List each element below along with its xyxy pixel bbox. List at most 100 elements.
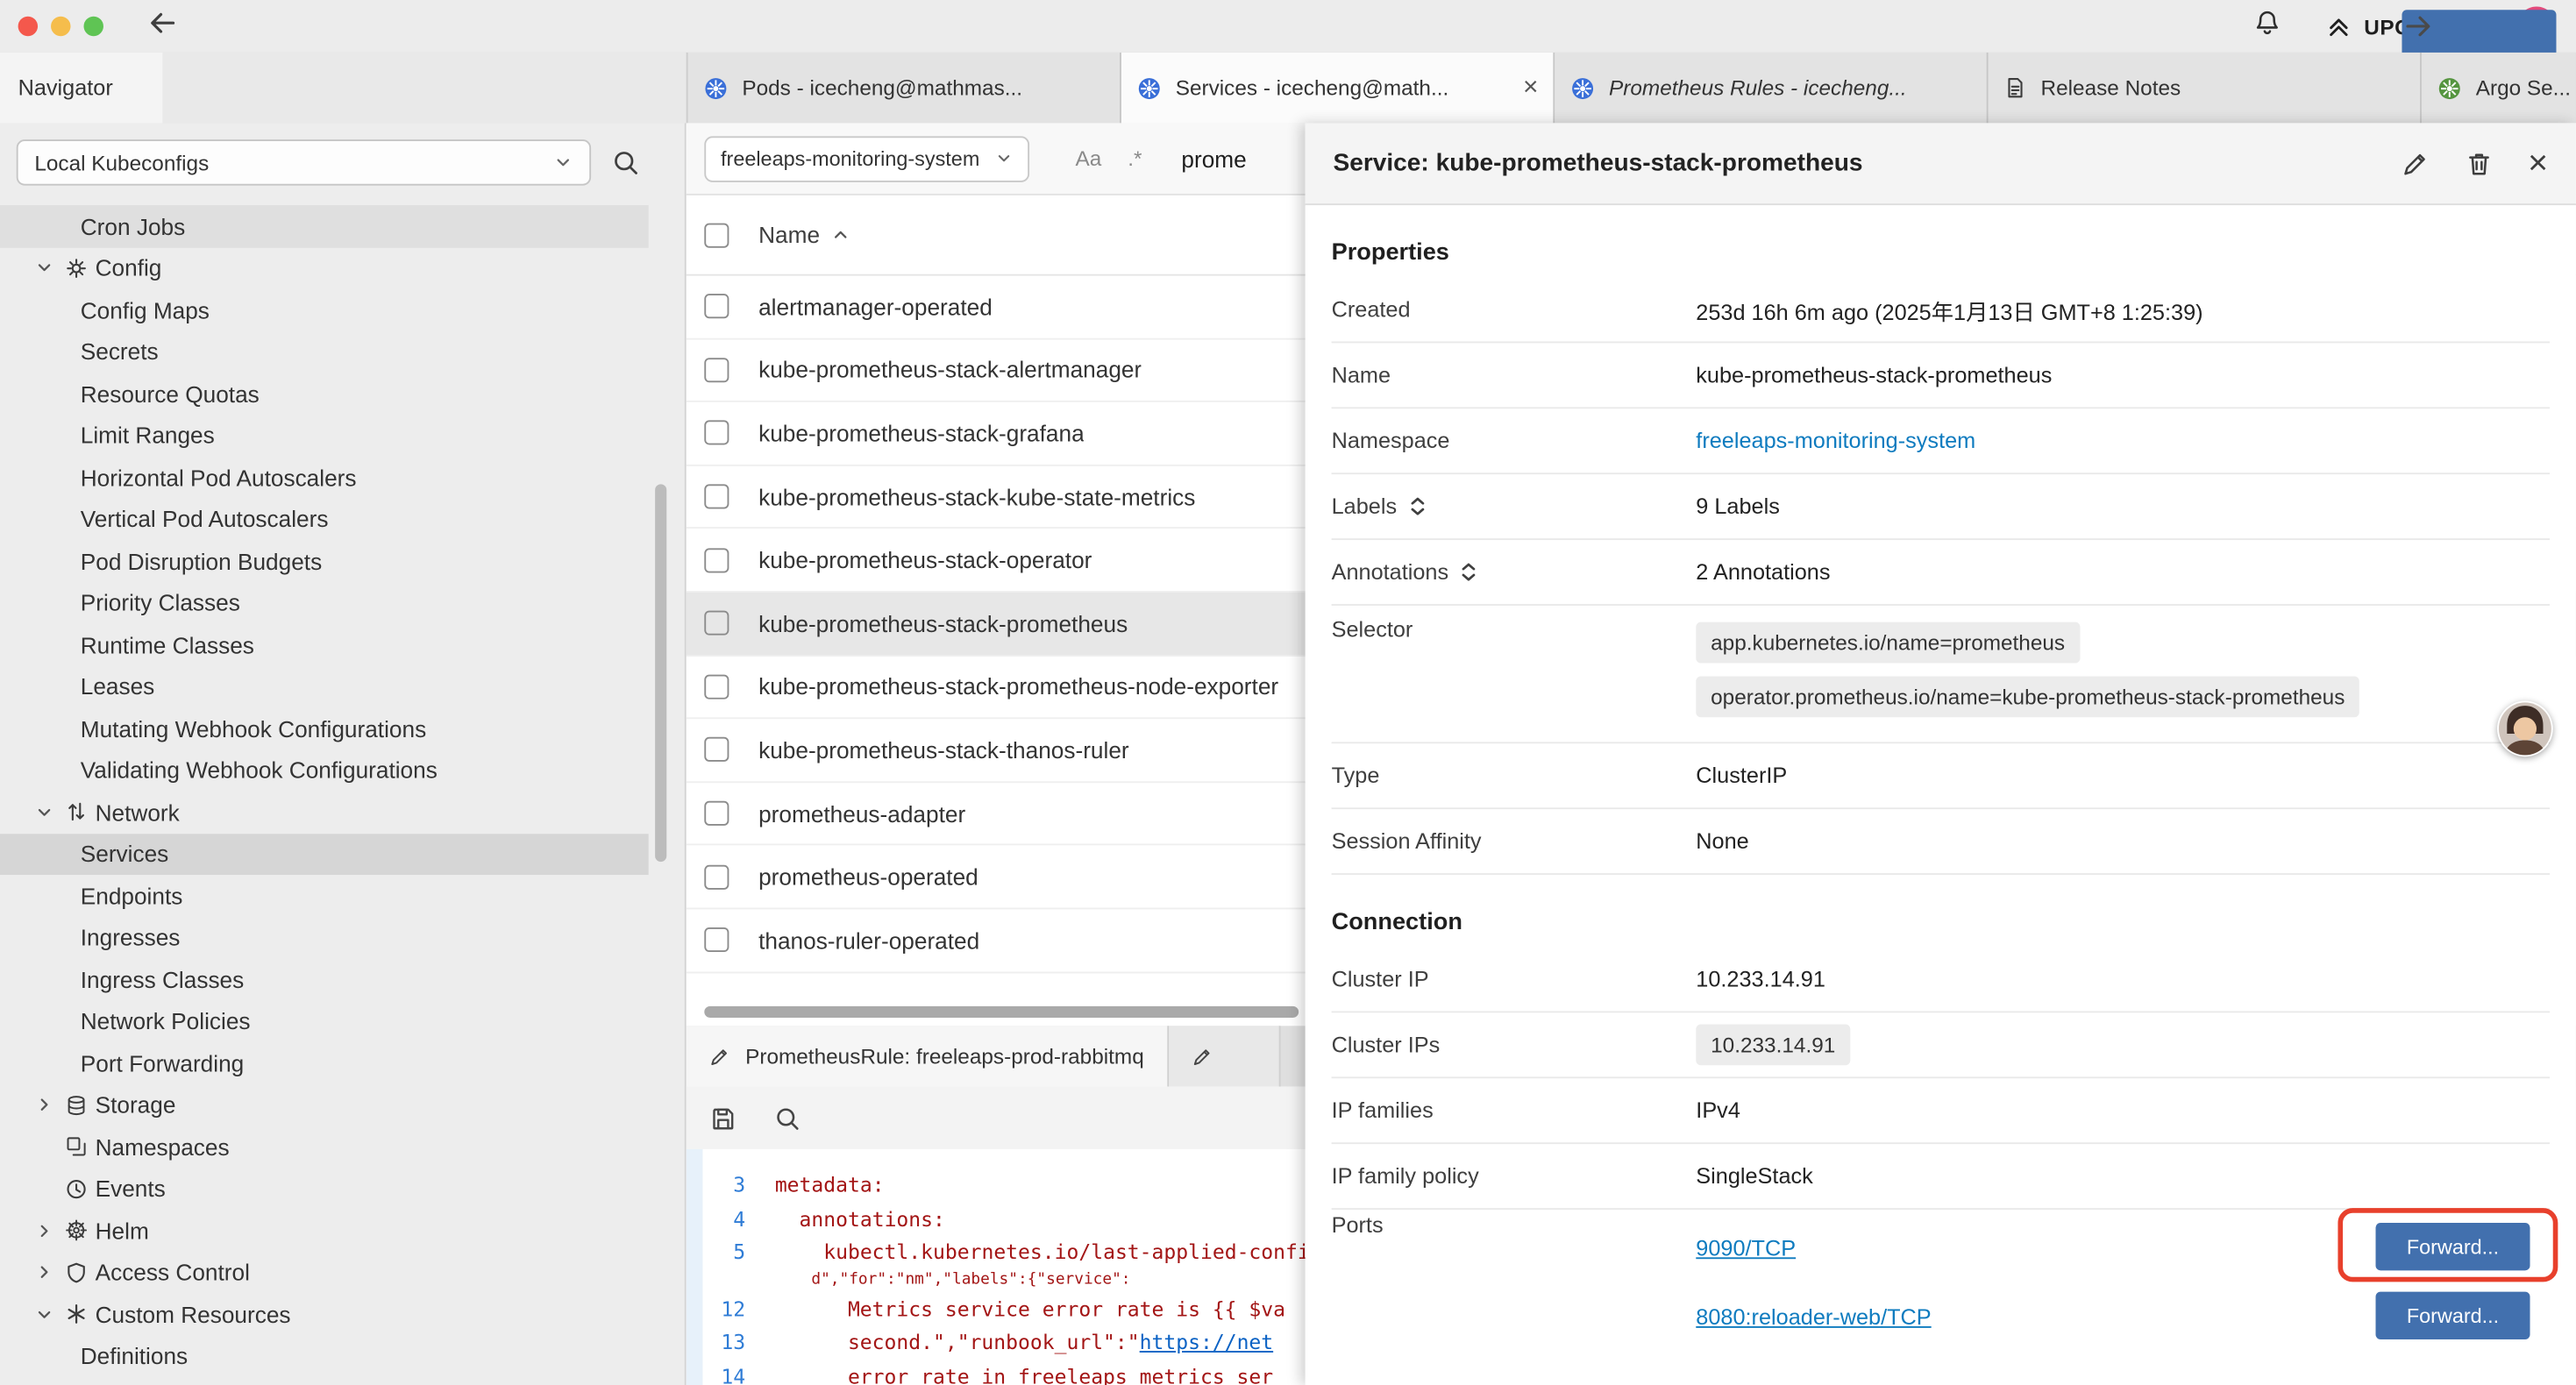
tab-1[interactable]: Pods - icecheng@mathmas... xyxy=(688,53,1121,124)
sidebar-item-services[interactable]: Services xyxy=(0,833,649,875)
sort-icon[interactable] xyxy=(1460,561,1478,582)
chevron-down-icon[interactable] xyxy=(30,1304,60,1324)
sidebar-item-network[interactable]: Network xyxy=(0,792,649,834)
sidebar-item-leases[interactable]: Leases xyxy=(0,665,649,707)
select-all-checkbox[interactable] xyxy=(704,223,729,247)
forward-button[interactable]: Forward... xyxy=(2376,1292,2530,1339)
sidebar-item-ingress-classes[interactable]: Ingress Classes xyxy=(0,959,649,1001)
tab-4[interactable]: Release Notes xyxy=(1989,53,2422,124)
property-value-wrap: 9090/TCP Forward... 8080:reloader-web/TCP F… xyxy=(1696,1213,2550,1351)
editor-tab-partial[interactable] xyxy=(1169,1026,1280,1086)
sidebar-item-config-maps[interactable]: Config Maps xyxy=(0,289,649,331)
port-link[interactable]: 8080:reloader-web/TCP xyxy=(1696,1304,1931,1329)
tab-5[interactable]: Argo Se... xyxy=(2422,53,2576,124)
regex-toggle[interactable]: .* xyxy=(1128,146,1142,171)
sidebar-item-config[interactable]: Config xyxy=(0,247,649,289)
row-checkbox[interactable] xyxy=(704,548,729,572)
window-controls[interactable] xyxy=(18,17,103,36)
close-icon[interactable]: × xyxy=(2528,146,2548,181)
sort-icon[interactable] xyxy=(1408,495,1427,516)
row-checkbox[interactable] xyxy=(704,358,729,382)
back-button[interactable] xyxy=(146,6,179,47)
horizontal-scrollbar[interactable] xyxy=(704,1006,1299,1018)
row-checkbox[interactable] xyxy=(704,927,729,952)
sidebar-item-validating-webhook-configurations[interactable]: Validating Webhook Configurations xyxy=(0,749,649,792)
sidebar-item-definitions[interactable]: Definitions xyxy=(0,1335,649,1377)
editor-search-icon[interactable] xyxy=(773,1104,801,1132)
sidebar-item-label: Config xyxy=(96,255,162,281)
property-value: 9 Labels xyxy=(1696,494,1780,519)
value-badge: operator.prometheus.io/name=kube-prometh… xyxy=(1696,676,2359,717)
search-input[interactable]: prome xyxy=(1181,146,1246,172)
search-box[interactable]: Aa .* prome xyxy=(1075,146,1246,172)
sidebar-item-network-policies[interactable]: Network Policies xyxy=(0,1000,649,1042)
namespace-link[interactable]: freeleaps-monitoring-system xyxy=(1696,429,1975,453)
sidebar-item-events[interactable]: Events xyxy=(0,1168,649,1210)
sidebar-item-custom-resources[interactable]: Custom Resources xyxy=(0,1294,649,1336)
line-number: 5 xyxy=(702,1236,745,1269)
custom-resources-icon xyxy=(59,1302,93,1326)
port-link[interactable]: 9090/TCP xyxy=(1696,1235,1796,1260)
chevron-right-icon[interactable] xyxy=(30,1262,60,1282)
chevron-down-icon[interactable] xyxy=(30,258,60,277)
drawer-header: Service: kube-prometheus-stack-prometheu… xyxy=(1306,123,2576,205)
namespace-filter[interactable]: freeleaps-monitoring-system xyxy=(704,135,1029,181)
editor-tab[interactable]: PrometheusRule: freeleaps-prod-rabbitmq xyxy=(687,1026,1169,1086)
name-column-header[interactable]: Name xyxy=(758,222,820,248)
sidebar-scrollbar[interactable] xyxy=(655,484,666,862)
titlebar: UPGRADE 15 xyxy=(0,0,2576,54)
row-checkbox[interactable] xyxy=(704,295,729,319)
tab-3[interactable]: Prometheus Rules - icecheng... xyxy=(1555,53,1988,124)
sidebar-item-mutating-webhook-configurations[interactable]: Mutating Webhook Configurations xyxy=(0,707,649,749)
user-avatar[interactable] xyxy=(2497,701,2553,757)
sidebar-item-port-forwarding[interactable]: Port Forwarding xyxy=(0,1042,649,1084)
kubeconfig-selector[interactable]: Local Kubeconfigs xyxy=(17,139,591,185)
sidebar-item-endpoints[interactable]: Endpoints xyxy=(0,875,649,917)
notifications-bell-icon[interactable] xyxy=(2252,7,2282,45)
match-case-toggle[interactable]: Aa xyxy=(1075,146,1101,171)
sidebar-item-pod-disruption-budgets[interactable]: Pod Disruption Budgets xyxy=(0,540,649,582)
sidebar-search-icon[interactable] xyxy=(611,148,641,178)
row-checkbox[interactable] xyxy=(704,674,729,699)
sidebar-item-priority-classes[interactable]: Priority Classes xyxy=(0,582,649,624)
sidebar-item-resource-quotas[interactable]: Resource Quotas xyxy=(0,373,649,415)
sidebar-item-label: Validating Webhook Configurations xyxy=(81,757,438,784)
row-checkbox[interactable] xyxy=(704,611,729,636)
close-window-button[interactable] xyxy=(18,17,38,36)
property-label: Type xyxy=(1332,764,1697,788)
sidebar-item-limit-ranges[interactable]: Limit Ranges xyxy=(0,415,649,457)
sidebar-item-secrets[interactable]: Secrets xyxy=(0,330,649,373)
sidebar-item-ingresses[interactable]: Ingresses xyxy=(0,917,649,959)
sidebar-item-access-control[interactable]: Access Control xyxy=(0,1252,649,1294)
edit-icon[interactable] xyxy=(2400,148,2430,178)
save-icon[interactable] xyxy=(709,1104,737,1132)
chevron-down-icon[interactable] xyxy=(30,802,60,821)
sort-ascending-icon[interactable] xyxy=(831,225,850,245)
editor-tab-title: PrometheusRule: freeleaps-prod-rabbitmq xyxy=(745,1044,1144,1069)
tab-close-icon[interactable]: × xyxy=(1523,75,1538,101)
row-checkbox[interactable] xyxy=(704,738,729,763)
zoom-window-button[interactable] xyxy=(83,17,103,36)
minimize-window-button[interactable] xyxy=(51,17,70,36)
chevron-right-icon[interactable] xyxy=(30,1095,60,1114)
sidebar-item-namespaces[interactable]: Namespaces xyxy=(0,1126,649,1168)
row-checkbox[interactable] xyxy=(704,864,729,889)
kubernetes-icon xyxy=(702,75,729,101)
sidebar-item-helm[interactable]: Helm xyxy=(0,1210,649,1252)
sidebar-item-runtime-classes[interactable]: Runtime Classes xyxy=(0,624,649,666)
chevron-right-icon[interactable] xyxy=(30,1221,60,1240)
row-checkbox[interactable] xyxy=(704,801,729,826)
sidebar-item-vertical-pod-autoscalers[interactable]: Vertical Pod Autoscalers xyxy=(0,498,649,540)
sidebar-item-label: Access Control xyxy=(96,1260,250,1286)
sidebar-item-storage[interactable]: Storage xyxy=(0,1084,649,1126)
row-checkbox[interactable] xyxy=(704,485,729,509)
service-name: prometheus-adapter xyxy=(758,800,965,827)
forward-button[interactable]: Forward... xyxy=(2376,1223,2530,1270)
sidebar-item-cron-jobs[interactable]: Cron Jobs xyxy=(0,205,649,247)
forward-button[interactable] xyxy=(2402,10,2556,57)
tab-2[interactable]: Services - icecheng@math...× xyxy=(1121,53,1555,124)
delete-icon[interactable] xyxy=(2464,148,2494,178)
row-checkbox[interactable] xyxy=(704,421,729,445)
section-heading: Connection xyxy=(1332,898,2550,947)
sidebar-item-horizontal-pod-autoscalers[interactable]: Horizontal Pod Autoscalers xyxy=(0,457,649,499)
